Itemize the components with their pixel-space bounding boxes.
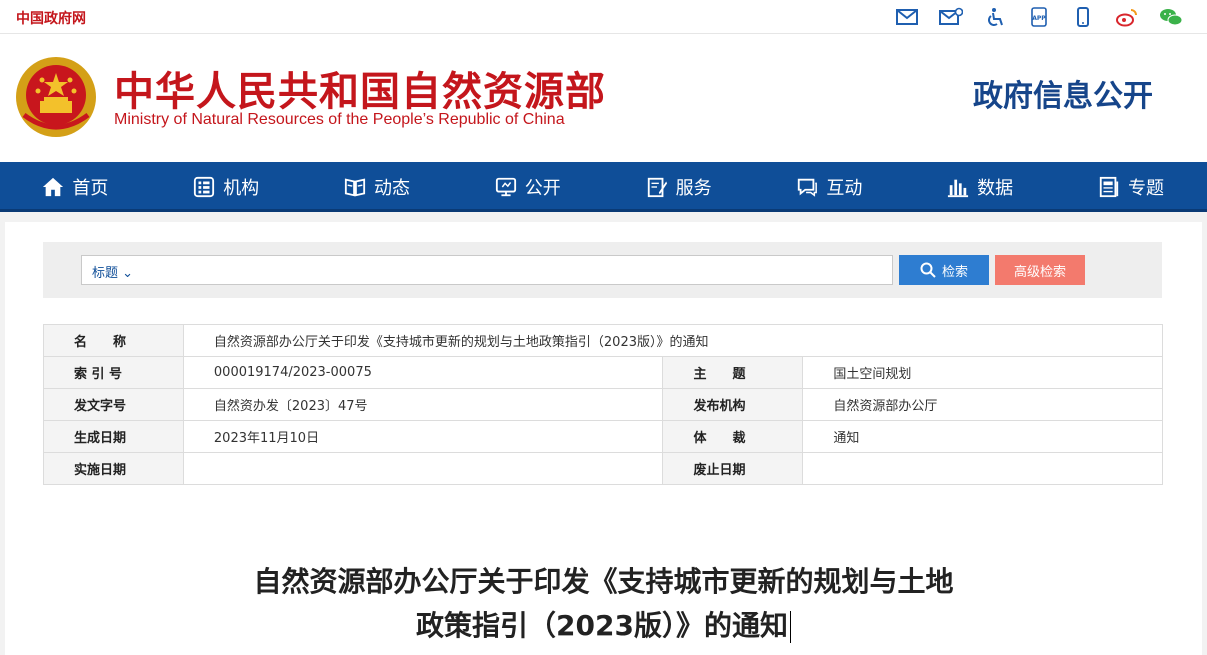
gov-portal-link[interactable]: 中国政府网 (16, 8, 86, 28)
document-metadata-table: 名 称 自然资源部办公厅关于印发《支持城市更新的规划与土地政策指引（2023版）… (43, 324, 1164, 485)
advanced-search-button[interactable]: 高级检索 (995, 255, 1085, 285)
text-cursor (789, 611, 791, 643)
meta-value-genre: 通知 (802, 420, 1163, 453)
edit-icon (647, 177, 667, 198)
content-panel: 标题 ⌄ 检索 高级检索 名 称 自然资源部办公厅关于印发《支持城市更新的规划与… (5, 222, 1202, 655)
table-row: 名 称 自然资源部办公厅关于印发《支持城市更新的规划与土地政策指引（2023版）… (43, 324, 1164, 357)
nav-item-topics[interactable]: 专题 (1056, 162, 1207, 212)
site-header: 中华人民共和国自然资源部 Ministry of Natural Resourc… (0, 35, 1207, 162)
organization-icon (194, 176, 215, 198)
nav-item-label: 公开 (524, 178, 561, 199)
search-scope-select[interactable]: 标题 ⌄ (92, 262, 133, 281)
nav-item-label: 服务 (675, 178, 712, 199)
nav-item-label: 专题 (1127, 178, 1164, 199)
home-icon (43, 177, 64, 197)
nav-item-label: 动态 (373, 178, 410, 199)
nav-item-services[interactable]: 服务 (603, 162, 754, 212)
accessibility-icon[interactable] (981, 6, 1009, 28)
national-emblem-icon (14, 55, 98, 139)
search-button[interactable]: 检索 (899, 255, 989, 285)
meta-value-index: 000019174/2023-00075 (182, 356, 664, 389)
search-button-label: 检索 (941, 264, 968, 280)
document-title-line2: 政策指引（2023版）》的通知 (5, 604, 1202, 648)
nav-item-label: 互动 (826, 178, 863, 199)
chat-icon (798, 178, 818, 197)
meta-label-date: 生成日期 (43, 420, 184, 453)
monitor-icon (495, 177, 516, 197)
meta-value-issuer: 自然资源部办公厅 (802, 388, 1163, 421)
nav-item-label: 机构 (223, 178, 260, 199)
meta-label-name: 名 称 (43, 324, 184, 357)
section-name[interactable]: 政府信息公开 (973, 71, 1153, 115)
app-icon[interactable]: APP (1025, 6, 1053, 28)
meta-value-docno: 自然资办发〔2023〕47号 (182, 388, 664, 421)
meta-value-topic: 国土空间规划 (802, 356, 1163, 389)
bar-chart-icon (948, 179, 969, 198)
meta-label-repeal: 废止日期 (662, 452, 804, 485)
wechat-icon[interactable] (1157, 6, 1185, 28)
mail-settings-icon[interactable] (937, 6, 965, 28)
meta-label-index: 索 引 号 (43, 356, 184, 389)
site-title: 中华人民共和国自然资源部 (114, 69, 606, 115)
nav-item-label: 数据 (977, 178, 1014, 199)
meta-value-repeal (802, 452, 1163, 485)
nav-item-data[interactable]: 数据 (905, 162, 1056, 212)
nav-item-disclosure[interactable]: 公开 (452, 162, 603, 212)
table-row: 发文字号 自然资办发〔2023〕47号 发布机构 自然资源部办公厅 (43, 388, 1163, 421)
meta-value-name: 自然资源部办公厅关于印发《支持城市更新的规划与土地政策指引（2023版）》的通知 (182, 324, 1164, 357)
meta-label-issuer: 发布机构 (662, 388, 804, 421)
mobile-icon[interactable] (1069, 6, 1097, 28)
site-subtitle: Ministry of Natural Resources of the Peo… (114, 111, 565, 128)
nav-item-interaction[interactable]: 互动 (754, 162, 905, 212)
weibo-icon[interactable] (1113, 6, 1141, 28)
meta-value-effective (182, 452, 664, 485)
main-nav: 首页 机构 动态 公开 服务 互动 数据 专题 (0, 162, 1207, 212)
document-title: 自然资源部办公厅关于印发《支持城市更新的规划与土地 政策指引（2023版）》的通… (5, 560, 1202, 648)
search-panel: 标题 ⌄ 检索 高级检索 (43, 242, 1162, 298)
top-icon-group: APP (893, 6, 1185, 28)
search-box: 标题 ⌄ (81, 255, 893, 285)
main-area: 标题 ⌄ 检索 高级检索 名 称 自然资源部办公厅关于印发《支持城市更新的规划与… (0, 212, 1207, 655)
top-bar: 中国政府网 APP (0, 0, 1207, 34)
nav-item-organization[interactable]: 机构 (151, 162, 302, 212)
search-icon (920, 262, 936, 278)
table-row: 生成日期 2023年11月10日 体 裁 通知 (43, 420, 1163, 453)
document-title-line1: 自然资源部办公厅关于印发《支持城市更新的规划与土地 (253, 565, 954, 598)
table-row: 索 引 号 000019174/2023-00075 主 题 国土空间规划 (43, 356, 1163, 389)
meta-label-genre: 体 裁 (662, 420, 804, 453)
meta-value-date: 2023年11月10日 (182, 420, 664, 453)
meta-label-effective: 实施日期 (43, 452, 184, 485)
meta-label-docno: 发文字号 (43, 388, 184, 421)
svg-text:APP: APP (1032, 15, 1046, 22)
meta-label-topic: 主 题 (662, 356, 804, 389)
nav-item-home[interactable]: 首页 (0, 162, 151, 212)
nav-item-news[interactable]: 动态 (302, 162, 453, 212)
table-row: 实施日期 废止日期 (43, 452, 1163, 485)
mail-icon[interactable] (893, 6, 921, 28)
chevron-down-icon: ⌄ (122, 266, 134, 281)
search-input[interactable] (142, 258, 882, 282)
nav-item-label: 首页 (72, 178, 109, 199)
book-icon (344, 178, 366, 197)
document-icon (1099, 176, 1119, 198)
